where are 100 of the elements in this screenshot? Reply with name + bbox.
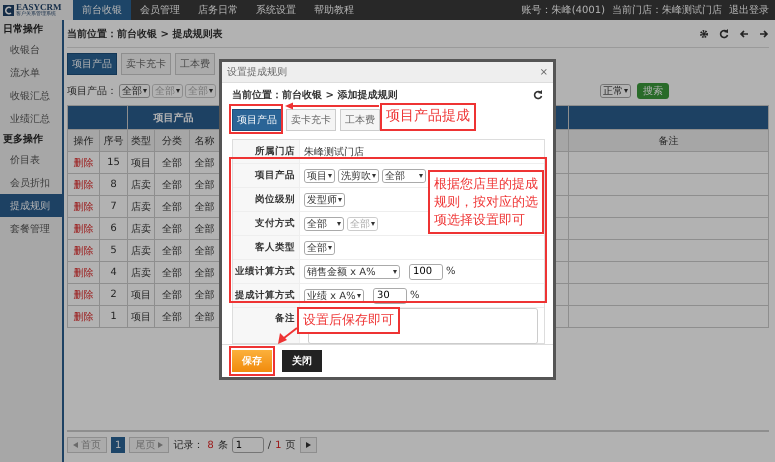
- sidebar-item[interactable]: 提成规则: [0, 194, 62, 217]
- caret-icon: [624, 89, 628, 93]
- nav-tab[interactable]: 前台收银: [73, 0, 131, 20]
- sidebar-item[interactable]: 收银汇总: [0, 84, 62, 107]
- nav-tab[interactable]: 店务日常: [189, 0, 247, 20]
- table-cell: 项目: [128, 152, 154, 174]
- caret-icon: [338, 198, 342, 202]
- refresh-icon[interactable]: [719, 28, 729, 38]
- form-label: 项目产品: [233, 164, 300, 187]
- account-info: 账号：朱峰(4001): [522, 4, 605, 17]
- settings-icon[interactable]: [699, 28, 709, 38]
- annotation-tooltip: 设置后保存即可: [297, 307, 400, 334]
- sidebar-heading: 更多操作: [2, 132, 44, 147]
- table-cell: 项目: [128, 306, 154, 328]
- record-count: 8: [207, 440, 214, 450]
- unit-label: %: [410, 290, 420, 301]
- column-header: 类型: [128, 130, 154, 152]
- table-cell: 1: [100, 306, 128, 328]
- dropdown[interactable]: 全部: [304, 216, 344, 230]
- column-header: 分类: [154, 130, 190, 152]
- sidebar-item[interactable]: 收银台: [0, 38, 62, 61]
- page-button[interactable]: 1: [111, 437, 126, 453]
- caret-icon: [393, 270, 397, 274]
- table-cell: 5: [100, 240, 128, 262]
- record-label: 记录：: [173, 439, 204, 452]
- dropdown[interactable]: 项目: [304, 168, 335, 182]
- table-cell: 全部: [154, 174, 190, 196]
- dropdown[interactable]: 正常: [600, 84, 631, 98]
- nav-tab[interactable]: 会员管理: [131, 0, 189, 20]
- table-cell: 全部: [154, 262, 190, 284]
- table-cell: 店卖: [128, 218, 154, 240]
- sidebar-heading: 日常操作: [2, 22, 44, 37]
- table-cell: 2: [100, 284, 128, 306]
- form-label: 支付方式: [233, 212, 300, 235]
- arrow: [278, 327, 298, 344]
- dropdown[interactable]: 全部: [119, 84, 150, 98]
- dropdown[interactable]: 业绩 x A%: [304, 288, 364, 302]
- tab[interactable]: 项目产品: [67, 53, 117, 75]
- highlight-frame: [229, 346, 275, 376]
- go-button[interactable]: [300, 437, 316, 453]
- caret-icon: [357, 294, 361, 298]
- input-field[interactable]: 100: [409, 264, 443, 280]
- forward-arrow-icon[interactable]: [759, 28, 769, 38]
- caret-icon: [328, 246, 332, 250]
- close-button[interactable]: ×: [540, 66, 548, 78]
- page-input[interactable]: 1: [232, 437, 264, 453]
- table-cell: 店卖: [128, 262, 154, 284]
- table-cell: 全部: [154, 196, 190, 218]
- tab[interactable]: 卖卡充卡: [286, 109, 336, 131]
- dropdown[interactable]: 洗剪吹: [338, 168, 379, 182]
- sidebar-item[interactable]: 套餐管理: [0, 217, 62, 240]
- dropdown[interactable]: 销售金额 x A%: [304, 264, 400, 278]
- play-icon: [306, 442, 310, 448]
- dialog-title: 设置提成规则: [227, 66, 287, 79]
- unit-label: %: [446, 266, 456, 277]
- column-header: 名称: [190, 130, 220, 152]
- tab[interactable]: 卖卡充卡: [121, 53, 171, 75]
- table-cell: 8: [100, 174, 128, 196]
- caret-icon: [176, 89, 180, 93]
- form-label: 岗位级别: [233, 188, 300, 211]
- caret-icon: [143, 89, 147, 93]
- table-cell: 6: [100, 218, 128, 240]
- form-label: 所属门店: [233, 140, 300, 163]
- form-label: 客人类型: [233, 236, 300, 259]
- nav-tab[interactable]: 系统设置: [247, 0, 305, 20]
- column-header: 序号: [100, 130, 128, 152]
- table-cell: 店卖: [128, 240, 154, 262]
- table-cell: 全部: [154, 306, 190, 328]
- table-cell: 7: [100, 196, 128, 218]
- table-cell: 项目: [128, 284, 154, 306]
- triangle-right-icon: [158, 442, 164, 448]
- close-dialog-button[interactable]: 关闭: [282, 350, 322, 372]
- sidebar-item[interactable]: 价目表: [0, 148, 62, 171]
- tab[interactable]: 工本费: [175, 53, 215, 75]
- search-button[interactable]: 搜索: [637, 83, 669, 99]
- sidebar-item[interactable]: 流水单: [0, 61, 62, 84]
- dropdown[interactable]: 发型师: [304, 192, 345, 206]
- column-group-header: 项目产品: [128, 106, 220, 130]
- column-header: 操作: [68, 130, 100, 152]
- sidebar-item[interactable]: 会员折扣: [0, 171, 62, 194]
- column-header: 备注: [568, 130, 768, 152]
- tab[interactable]: 工本费: [340, 109, 380, 131]
- dropdown[interactable]: 全部: [382, 168, 426, 182]
- nav-tab[interactable]: 帮助教程: [305, 0, 363, 20]
- filter-label: 项目产品：: [67, 84, 117, 98]
- logout-link[interactable]: 退出登录: [729, 3, 769, 17]
- logo-title: EASYCRM: [16, 3, 62, 12]
- table-cell: 全部: [154, 218, 190, 240]
- table-cell: 店卖: [128, 174, 154, 196]
- sidebar-item[interactable]: 业绩汇总: [0, 107, 62, 130]
- refresh-icon[interactable]: [533, 90, 543, 100]
- table-cell: 店卖: [128, 196, 154, 218]
- tab[interactable]: 项目产品: [232, 109, 282, 131]
- store-info: 当前门店：朱峰测试门店: [612, 4, 722, 17]
- form-label: 提成计算方式: [233, 284, 300, 307]
- table-cell: 全部: [154, 284, 190, 306]
- dropdown[interactable]: 全部: [304, 240, 335, 254]
- record-unit: 条: [218, 439, 228, 452]
- back-arrow-icon[interactable]: [739, 28, 749, 38]
- table-cell: 4: [100, 262, 128, 284]
